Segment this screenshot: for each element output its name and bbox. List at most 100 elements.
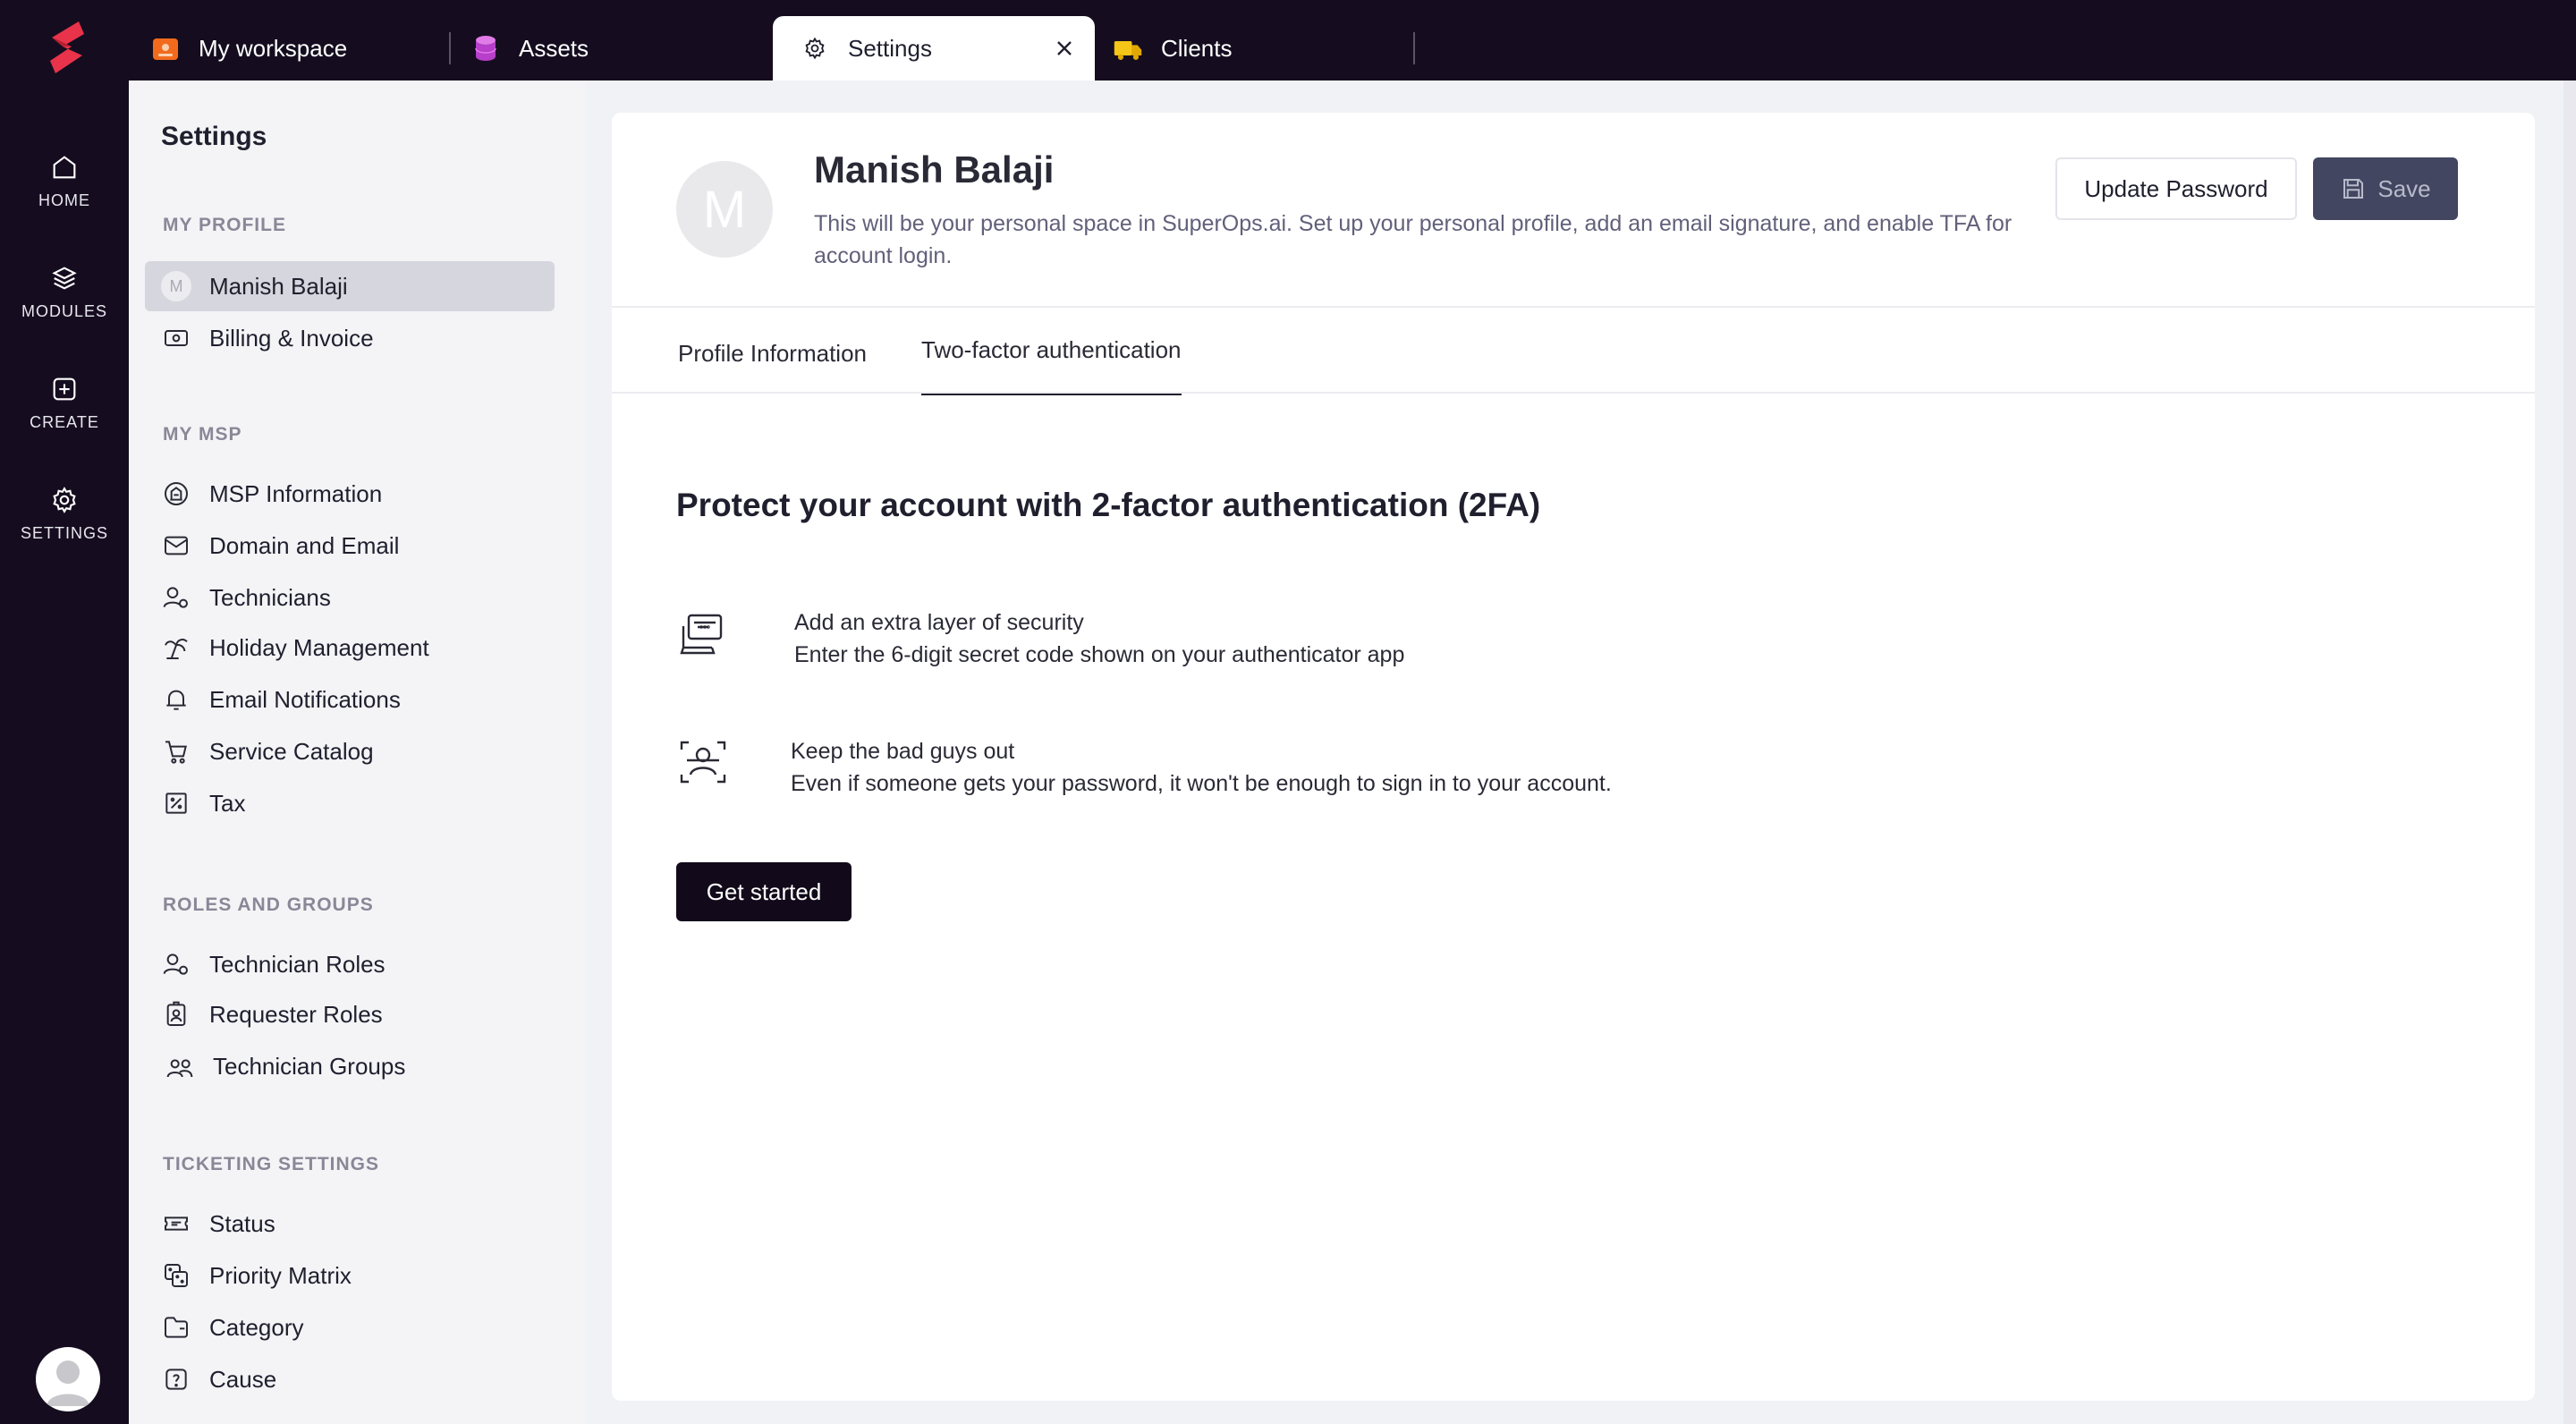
rail-create[interactable]: CREATE: [0, 358, 129, 447]
sidebar-item-technicians[interactable]: Technicians: [145, 572, 555, 623]
sidebar-item-label: Holiday Management: [209, 633, 429, 661]
tab-my-workspace[interactable]: My workspace: [148, 16, 444, 81]
sidebar-item-label: Manish Balaji: [209, 272, 348, 300]
sidebar-item-category[interactable]: Category: [145, 1302, 555, 1352]
left-rail: HOME MODULES CREATE SETTINGS: [0, 0, 129, 1424]
tab-clients-label: Clients: [1161, 34, 1233, 62]
bell-icon: [161, 684, 191, 715]
gear-icon: [800, 33, 830, 64]
building-icon: [161, 479, 191, 509]
rail-home[interactable]: HOME: [0, 136, 129, 225]
folder-icon: [161, 1312, 191, 1343]
sidebar-item-label: Technician Roles: [209, 950, 386, 978]
save-button-label: Save: [2377, 174, 2431, 202]
get-started-button[interactable]: Get started: [676, 862, 852, 921]
tfa-feature-text: Even if someone gets your password, it w…: [791, 771, 1612, 796]
sidebar-item-label: Email Notifications: [209, 685, 401, 713]
profile-description: This will be your personal space in Supe…: [814, 211, 2012, 268]
sidebar-item-requester-roles[interactable]: Requester Roles: [145, 989, 555, 1039]
tab-separator: [1413, 32, 1415, 64]
tab-settings-label: Settings: [848, 34, 932, 62]
tab-assets[interactable]: Assets: [470, 16, 766, 81]
section-heading-roles-groups: ROLES AND GROUPS: [163, 894, 374, 915]
profile-avatar: M: [676, 161, 773, 258]
mail-icon: [161, 530, 191, 561]
sidebar-item-label: Status: [209, 1209, 275, 1237]
save-icon: [2343, 179, 2364, 199]
truck-icon: [1113, 33, 1143, 64]
sidebar-item-holiday-management[interactable]: Holiday Management: [145, 623, 555, 673]
section-heading-my-profile: MY PROFILE: [163, 215, 286, 235]
sidebar-item-label: MSP Information: [209, 479, 383, 507]
dice-icon: [161, 1260, 191, 1291]
technician-icon: [161, 582, 191, 613]
sidebar-item-label: Domain and Email: [209, 531, 400, 559]
group-icon: [165, 1051, 195, 1081]
sidebar-item-service-catalog[interactable]: Service Catalog: [145, 726, 555, 776]
technician-role-icon: [161, 949, 191, 979]
update-password-button[interactable]: Update Password: [2055, 157, 2297, 220]
section-heading-ticketing: TICKETING SETTINGS: [163, 1154, 380, 1174]
close-icon[interactable]: [1052, 36, 1077, 61]
sidebar-item-email-notifications[interactable]: Email Notifications: [145, 674, 555, 725]
tab-profile-information[interactable]: Profile Information: [678, 340, 867, 397]
rail-modules-label: MODULES: [21, 301, 107, 320]
sidebar-item-label: Service Catalog: [209, 737, 374, 765]
sidebar-item-technician-roles[interactable]: Technician Roles: [145, 939, 555, 989]
sidebar-item-priority-matrix[interactable]: Priority Matrix: [145, 1250, 555, 1301]
sidebar-item-tax[interactable]: Tax: [145, 778, 555, 828]
sidebar-item-label: Technicians: [209, 583, 331, 611]
laptop-code-icon: [680, 614, 723, 655]
settings-sidebar: Settings MY PROFILE M Manish Balaji Bill…: [129, 81, 585, 1424]
billing-icon: [161, 323, 191, 353]
rail-modules[interactable]: MODULES: [0, 247, 129, 336]
window-scrollbar[interactable]: [2563, 81, 2576, 1424]
user-silhouette-icon: [47, 1360, 89, 1406]
top-tab-bar: My workspace Assets Settings Clients: [129, 0, 2576, 81]
sidebar-item-manish-balaji[interactable]: M Manish Balaji: [145, 261, 555, 311]
main-panel: M Manish Balaji This will be your person…: [612, 113, 2535, 1401]
database-icon: [470, 33, 501, 64]
user-avatar[interactable]: [36, 1347, 100, 1411]
sidebar-item-domain-email[interactable]: Domain and Email: [145, 521, 555, 571]
sidebar-item-label: Priority Matrix: [209, 1261, 352, 1289]
layers-icon: [52, 266, 77, 290]
rail-home-label: HOME: [38, 191, 90, 209]
tab-clients[interactable]: Clients: [1113, 16, 1408, 81]
sidebar-item-status[interactable]: Status: [145, 1199, 555, 1249]
tfa-heading: Protect your account with 2-factor authe…: [676, 487, 1541, 523]
rail-settings[interactable]: SETTINGS: [0, 469, 129, 558]
workspace-icon: [150, 33, 181, 64]
sidebar-item-label: Billing & Invoice: [209, 324, 374, 352]
cart-icon: [161, 736, 191, 767]
tfa-feature-title: Keep the bad guys out: [791, 739, 1015, 764]
tab-assets-label: Assets: [519, 34, 589, 62]
header-divider: [612, 306, 2535, 308]
home-icon: [53, 155, 76, 178]
sidebar-item-label: Requester Roles: [209, 1000, 383, 1028]
save-button[interactable]: Save: [2313, 157, 2458, 220]
profile-name: Manish Balaji: [814, 148, 1055, 191]
tfa-feature-text: Enter the 6-digit secret code shown on y…: [794, 642, 1405, 667]
sidebar-item-msp-information[interactable]: MSP Information: [145, 469, 555, 519]
percent-icon: [161, 788, 191, 818]
tfa-feature-title: Add an extra layer of security: [794, 610, 1084, 635]
sidebar-item-cause[interactable]: Cause: [145, 1354, 555, 1404]
tfa-feature-protection: Keep the bad guys out Even if someone ge…: [676, 735, 1612, 800]
sidebar-item-label: Cause: [209, 1365, 277, 1393]
sidebar-item-technician-groups[interactable]: Technician Groups: [145, 1041, 555, 1091]
tabs-divider: [612, 392, 2535, 394]
tfa-feature-security: Add an extra layer of security Enter the…: [676, 606, 1404, 671]
ticket-icon: [161, 1208, 191, 1239]
tab-settings[interactable]: Settings: [773, 16, 1095, 81]
rail-create-label: CREATE: [30, 412, 99, 431]
section-heading-my-msp: MY MSP: [163, 424, 242, 445]
rail-settings-label: SETTINGS: [20, 523, 108, 542]
superops-logo[interactable]: [38, 16, 95, 81]
sidebar-item-label: Category: [209, 1313, 304, 1341]
sidebar-item-billing[interactable]: Billing & Invoice: [145, 313, 555, 363]
tab-two-factor-authentication[interactable]: Two-factor authentication: [921, 336, 1182, 395]
face-scan-icon: [680, 741, 726, 784]
plus-square-icon: [53, 377, 76, 400]
palm-icon: [161, 632, 191, 663]
